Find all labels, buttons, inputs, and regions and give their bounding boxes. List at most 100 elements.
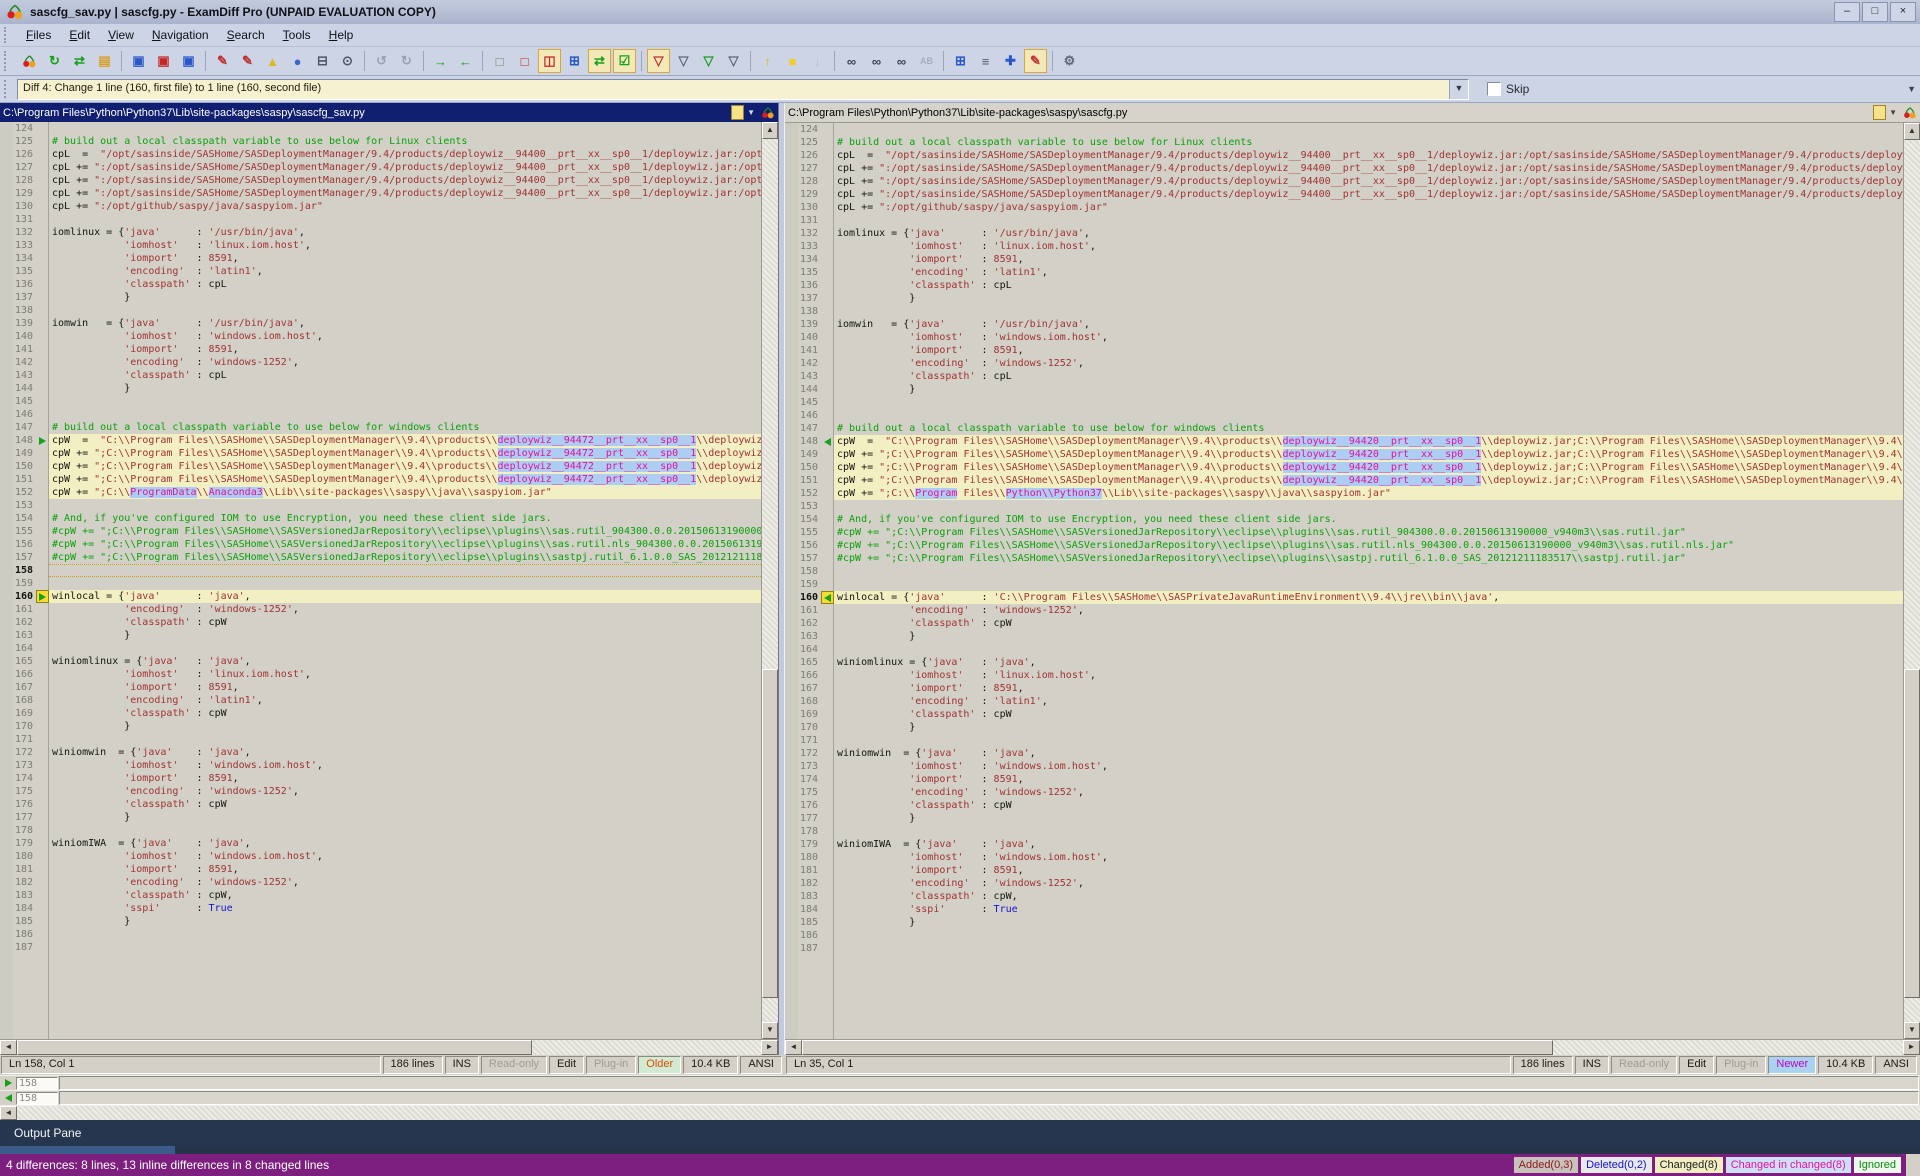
code-line-blank[interactable] — [13, 1032, 761, 1039]
code-line-167[interactable]: 167 'iomport' : 8591, — [13, 681, 761, 694]
code-line-182[interactable]: 182 'encoding' : 'windows-1252', — [798, 877, 1903, 890]
code-line-158[interactable]: 158 — [13, 564, 761, 577]
code-line-160[interactable]: 160winlocal = {'java' : 'java', — [13, 590, 761, 603]
code-line-127[interactable]: 127cpL += ":/opt/sasinside/SASHome/SASDe… — [13, 161, 761, 174]
code-line-169[interactable]: 169 'classpath' : cpW — [798, 708, 1903, 721]
code-line-131[interactable]: 131 — [798, 214, 1903, 227]
code-line-147[interactable]: 147# build out a local classpath variabl… — [798, 422, 1903, 435]
scroll-up-icon[interactable]: ▲ — [1904, 123, 1920, 140]
columns-icon[interactable]: ⊞ — [949, 49, 972, 73]
code-line-176[interactable]: 176 'classpath' : cpW — [798, 799, 1903, 812]
code-line-126[interactable]: 126cpL = "/opt/sasinside/SASHome/SASDepl… — [13, 148, 761, 161]
prev-diff-icon[interactable]: ↑ — [756, 49, 779, 73]
code-line-178[interactable]: 178 — [13, 824, 761, 837]
filter-include-icon[interactable]: ▽ — [697, 49, 720, 73]
code-line-180[interactable]: 180 'iomhost' : 'windows.iom.host', — [798, 851, 1903, 864]
code-line-127[interactable]: 127cpL += ":/opt/sasinside/SASHome/SASDe… — [798, 162, 1903, 175]
first-file-header[interactable]: C:\Program Files\Python\Python37\Lib\sit… — [0, 103, 778, 122]
code-line-128[interactable]: 128cpL += ":/opt/sasinside/SASHome/SASDe… — [13, 174, 761, 187]
show-identical-icon[interactable]: □ — [488, 49, 511, 73]
skip-checkbox[interactable] — [1487, 82, 1501, 96]
code-line-177[interactable]: 177 } — [798, 812, 1903, 825]
second-file-header[interactable]: C:\Program Files\Python\Python37\Lib\sit… — [785, 103, 1920, 123]
code-line-185[interactable]: 185 } — [13, 915, 761, 928]
code-line-152[interactable]: 152cpW += ";C:\\ProgramData\\Anaconda3\\… — [13, 486, 761, 499]
code-line-180[interactable]: 180 'iomhost' : 'windows.iom.host', — [13, 850, 761, 863]
code-line-126[interactable]: 126cpL = "/opt/sasinside/SASHome/SASDepl… — [798, 149, 1903, 162]
menu-item-navigation[interactable]: Navigation — [143, 26, 218, 44]
menu-grip[interactable] — [4, 27, 11, 42]
code-line-138[interactable]: 138 — [13, 304, 761, 317]
code-line-148[interactable]: 148cpW = "C:\\Program Files\\SASHome\\SA… — [798, 435, 1903, 448]
maximize-button[interactable]: □ — [1862, 2, 1888, 22]
code-line-187[interactable]: 187 — [13, 941, 761, 954]
code-line-blank[interactable] — [13, 1006, 761, 1019]
code-line-154[interactable]: 154# And, if you've configured IOM to us… — [13, 512, 761, 525]
line-pane-scrollbar[interactable]: ◄ — [0, 1105, 1920, 1120]
code-line-158[interactable]: 158 — [798, 565, 1903, 578]
second-horizontal-scrollbar[interactable]: ◄ ► — [785, 1039, 1920, 1055]
open-files-icon[interactable]: ▤ — [93, 49, 116, 73]
code-line-blank[interactable] — [798, 955, 1903, 968]
scroll-right-icon[interactable]: ► — [761, 1040, 778, 1055]
code-line-163[interactable]: 163 } — [13, 629, 761, 642]
code-line-146[interactable]: 146 — [798, 409, 1903, 422]
code-line-161[interactable]: 161 'encoding' : 'windows-1252', — [798, 604, 1903, 617]
code-line-125[interactable]: 125# build out a local classpath variabl… — [798, 136, 1903, 149]
code-line-blank[interactable] — [798, 1020, 1903, 1033]
code-line-156[interactable]: 156#cpW += ";C:\\Program Files\\SASHome\… — [798, 539, 1903, 552]
redo-icon[interactable]: ↻ — [395, 49, 418, 73]
code-line-168[interactable]: 168 'encoding' : 'latin1', — [798, 695, 1903, 708]
show-checkboxes-icon[interactable]: ☑ — [613, 49, 636, 73]
code-line-173[interactable]: 173 'iomhost' : 'windows.iom.host', — [798, 760, 1903, 773]
code-line-blank[interactable] — [13, 954, 761, 967]
code-line-142[interactable]: 142 'encoding' : 'windows-1252', — [13, 356, 761, 369]
current-diff-icon[interactable]: ■ — [781, 49, 804, 73]
second-file-code[interactable]: 124125# build out a local classpath vari… — [798, 123, 1903, 1039]
code-line-169[interactable]: 169 'classpath' : cpW — [13, 707, 761, 720]
code-line-140[interactable]: 140 'iomhost' : 'windows.iom.host', — [798, 331, 1903, 344]
code-line-174[interactable]: 174 'iomport' : 8591, — [798, 773, 1903, 786]
copy-file-icon[interactable] — [1873, 105, 1886, 120]
save-both-icon[interactable]: ▣ — [177, 49, 200, 73]
code-line-130[interactable]: 130cpL += ":/opt/github/saspy/java/saspy… — [13, 200, 761, 213]
diffbar-grip[interactable] — [4, 80, 11, 98]
code-line-146[interactable]: 146 — [13, 408, 761, 421]
code-line-181[interactable]: 181 'iomport' : 8591, — [13, 863, 761, 876]
save-second-icon[interactable]: ▣ — [152, 49, 175, 73]
code-line-148[interactable]: 148cpW = "C:\\Program Files\\SASHome\\SA… — [13, 434, 761, 447]
code-line-132[interactable]: 132iomlinux = {'java' : '/usr/bin/java', — [798, 227, 1903, 240]
code-line-blank[interactable] — [13, 980, 761, 993]
code-line-166[interactable]: 166 'iomhost' : 'linux.iom.host', — [798, 669, 1903, 682]
code-line-172[interactable]: 172winiomwin = {'java' : 'java', — [798, 747, 1903, 760]
line-pane-content[interactable] — [59, 1091, 1919, 1105]
scroll-up-icon[interactable]: ▲ — [762, 122, 778, 139]
save-first-icon[interactable]: ▣ — [127, 49, 150, 73]
code-line-160[interactable]: 160winlocal = {'java' : 'C:\\Program Fil… — [798, 591, 1903, 604]
code-line-151[interactable]: 151cpW += ";C:\\Program Files\\SASHome\\… — [13, 473, 761, 486]
menu-item-edit[interactable]: Edit — [60, 26, 99, 44]
code-line-161[interactable]: 161 'encoding' : 'windows-1252', — [13, 603, 761, 616]
code-line-143[interactable]: 143 'classpath' : cpL — [798, 370, 1903, 383]
line-pane-content[interactable] — [59, 1076, 1919, 1090]
code-line-140[interactable]: 140 'iomhost' : 'windows.iom.host', — [13, 330, 761, 343]
code-line-162[interactable]: 162 'classpath' : cpW — [798, 617, 1903, 630]
menu-item-help[interactable]: Help — [320, 26, 363, 44]
next-diff-icon[interactable]: ↓ — [806, 49, 829, 73]
show-different-icon[interactable]: □ — [513, 49, 536, 73]
code-line-147[interactable]: 147# build out a local classpath variabl… — [13, 421, 761, 434]
code-line-141[interactable]: 141 'iomport' : 8591, — [13, 343, 761, 356]
code-line-125[interactable]: 125# build out a local classpath variabl… — [13, 135, 761, 148]
copy-file-icon[interactable] — [731, 105, 744, 120]
code-line-150[interactable]: 150cpW += ";C:\\Program Files\\SASHome\\… — [798, 461, 1903, 474]
code-line-135[interactable]: 135 'encoding' : 'latin1', — [13, 265, 761, 278]
undo-icon[interactable]: ↺ — [370, 49, 393, 73]
resize-grip[interactable] — [1906, 1154, 1920, 1176]
filter-custom-icon[interactable]: ▽ — [722, 49, 745, 73]
code-line-141[interactable]: 141 'iomport' : 8591, — [798, 344, 1903, 357]
code-line-143[interactable]: 143 'classpath' : cpL — [13, 369, 761, 382]
code-line-129[interactable]: 129cpL += ":/opt/sasinside/SASHome/SASDe… — [798, 188, 1903, 201]
first-vertical-scrollbar[interactable]: ▲ ▼ — [761, 122, 778, 1039]
code-line-blank[interactable] — [13, 1019, 761, 1032]
toolbar-grip[interactable] — [4, 51, 11, 71]
